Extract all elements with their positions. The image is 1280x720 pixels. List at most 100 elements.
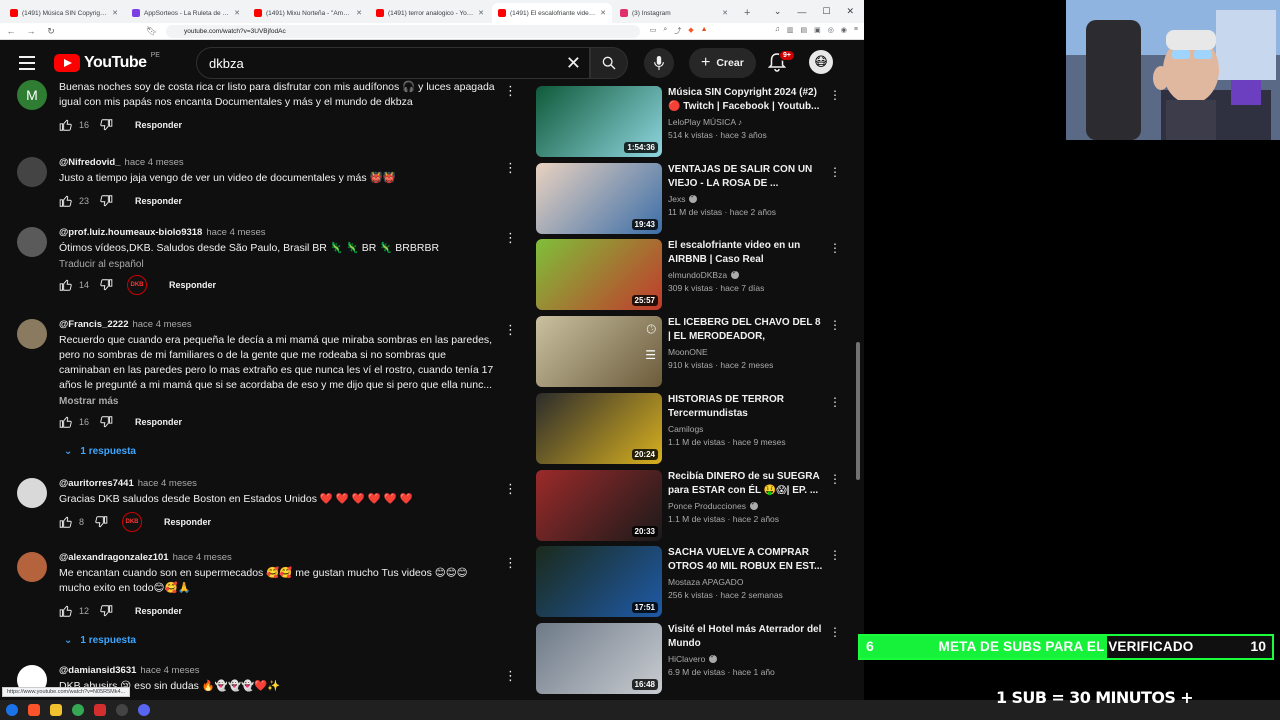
video-thumbnail[interactable]: 🕓︎ ☰ — [536, 316, 662, 388]
recommended-video[interactable]: 🕓︎ ☰ EL ICEBERG DEL CHAVO DEL 8 | EL MEROD… — [536, 316, 841, 388]
video-title[interactable]: SACHA VUELVE A COMPRAR OTROS 40 MIL ROBU… — [668, 546, 826, 574]
page-scrollbar[interactable] — [856, 342, 860, 480]
like-icon[interactable] — [59, 415, 73, 429]
recommended-video[interactable]: 19:43 VENTAJAS DE SALIR CON UN VIEJO - LA… — [536, 162, 841, 235]
profile-icon[interactable]: ◉ — [841, 26, 847, 36]
search-button[interactable] — [590, 47, 628, 79]
comment-time[interactable]: hace 4 meses — [140, 665, 199, 676]
browser-tab[interactable]: (1491) Mixu Norteña - "Amor" Al Co ✕ — [248, 3, 368, 23]
close-icon[interactable]: ✕ — [722, 9, 728, 17]
url-field[interactable]: youtube.com/watch?v=3UVBjfodAc — [166, 24, 640, 38]
comment-author[interactable]: @auritorres7441 — [59, 478, 134, 489]
reply-button[interactable]: Responder — [135, 196, 182, 206]
forward-icon[interactable]: → — [26, 26, 36, 36]
video-channel[interactable]: HiClavero — [668, 653, 826, 664]
comment-menu-icon[interactable]: ⋮ — [504, 482, 517, 495]
clear-search-icon[interactable]: ✕ — [566, 54, 581, 72]
like-icon[interactable] — [59, 278, 73, 292]
reply-button[interactable]: Responder — [135, 417, 182, 427]
recommended-video[interactable]: 17:51 SACHA VUELVE A COMPRAR OTROS 40 MIL… — [536, 546, 841, 618]
video-menu-icon[interactable]: ⋮ — [829, 88, 841, 102]
app-icon[interactable] — [94, 704, 106, 716]
commenter-avatar[interactable] — [17, 319, 47, 349]
recommended-video[interactable]: 20:33 Recibía DINERO de su SUEGRA para ES… — [536, 469, 841, 542]
video-thumbnail[interactable]: 20:24 — [536, 392, 662, 464]
close-icon[interactable]: ✕ — [478, 9, 484, 17]
comment-menu-icon[interactable]: ⋮ — [504, 231, 517, 244]
video-title[interactable]: VENTAJAS DE SALIR CON UN VIEJO - LA ROSA… — [668, 163, 826, 191]
comment-author[interactable]: @Nifredovid_ — [59, 157, 121, 168]
split-view-icon[interactable]: ▥ — [787, 26, 794, 36]
dislike-icon[interactable] — [99, 415, 113, 429]
reload-icon[interactable]: ↻ — [46, 26, 56, 37]
browser-tab[interactable]: (1491) Música SIN Copyright 2024 🔥 ✕ — [4, 3, 124, 23]
comment-menu-icon[interactable]: ⋮ — [504, 84, 517, 97]
commenter-avatar[interactable] — [17, 157, 47, 187]
comment-time[interactable]: hace 4 meses — [132, 319, 191, 330]
comment-menu-icon[interactable]: ⋮ — [504, 161, 517, 174]
video-menu-icon[interactable]: ⋮ — [829, 625, 841, 639]
watch-later-icon[interactable]: 🕓︎ — [647, 322, 657, 337]
video-menu-icon[interactable]: ⋮ — [829, 472, 841, 486]
reply-button[interactable]: Responder — [135, 120, 182, 130]
comment-time[interactable]: hace 4 meses — [138, 478, 197, 489]
video-title[interactable]: HISTORIAS DE TERROR Tercermundistas — [668, 393, 826, 421]
video-menu-icon[interactable]: ⋮ — [829, 165, 841, 179]
browser-tab[interactable]: (3) Instagram ✕ — [614, 3, 734, 23]
windows-start-icon[interactable] — [6, 704, 18, 716]
discord-icon[interactable] — [138, 704, 150, 716]
comment-menu-icon[interactable]: ⋮ — [504, 556, 517, 569]
video-channel[interactable]: Ponce Producciones — [668, 500, 826, 511]
vpn-icon[interactable]: ◎ — [828, 26, 834, 36]
video-channel[interactable]: Mostaza APAGADO — [668, 577, 826, 587]
file-explorer-icon[interactable] — [50, 704, 62, 716]
obs-icon[interactable] — [116, 704, 128, 716]
view-replies-button[interactable]: ⌄ 1 respuesta — [64, 446, 136, 457]
maximize-icon[interactable]: ☐ — [822, 6, 830, 17]
translate-link[interactable]: Traducir al español — [59, 259, 495, 270]
comment-time[interactable]: hace 4 meses — [206, 227, 265, 238]
video-menu-icon[interactable]: ⋮ — [829, 241, 841, 255]
video-title[interactable]: Visité el Hotel más Aterrador del Mundo — [668, 623, 826, 651]
dislike-icon[interactable] — [94, 515, 108, 529]
reply-button[interactable]: Responder — [169, 280, 216, 290]
create-button[interactable]: + Crear — [689, 48, 756, 78]
comment-menu-icon[interactable]: ⋮ — [504, 323, 517, 336]
video-channel[interactable]: Jexs — [668, 193, 826, 204]
video-thumbnail[interactable]: 19:43 — [536, 162, 662, 234]
recommended-video[interactable]: 1:54:36 Música SIN Copyright 2024 (#2) 🔴 … — [536, 86, 841, 158]
menu-icon[interactable]: ≡ — [854, 26, 858, 36]
commenter-avatar[interactable]: M — [17, 80, 47, 110]
dislike-icon[interactable] — [99, 604, 113, 618]
zoom-icon[interactable]: ⌕ — [663, 26, 667, 36]
dislike-icon[interactable] — [99, 194, 113, 208]
video-title[interactable]: EL ICEBERG DEL CHAVO DEL 8 | EL MERODEAD… — [668, 316, 826, 344]
video-channel[interactable]: elmundoDKBza — [668, 269, 826, 280]
share-icon[interactable]: ⤴ — [674, 26, 681, 36]
video-thumbnail[interactable]: 20:33 — [536, 469, 662, 541]
video-thumbnail[interactable]: 17:51 — [536, 546, 662, 618]
dislike-icon[interactable] — [99, 118, 113, 132]
minimize-icon[interactable]: — — [797, 7, 806, 17]
like-icon[interactable] — [59, 515, 73, 529]
video-thumbnail[interactable]: 16:48 — [536, 622, 662, 694]
dislike-icon[interactable] — [99, 278, 113, 292]
hamburger-menu-icon[interactable] — [19, 56, 35, 70]
close-icon[interactable]: ✕ — [112, 9, 118, 17]
video-channel[interactable]: MoonONE — [668, 347, 826, 357]
video-channel[interactable]: LeloPlay MÚSICA ♪ — [668, 117, 826, 127]
comment-time[interactable]: hace 4 meses — [125, 157, 184, 168]
video-menu-icon[interactable]: ⋮ — [829, 395, 841, 409]
voice-search-button[interactable] — [644, 48, 674, 78]
browser-tab[interactable]: (1491) terror analogico - YouTube✕ — [370, 3, 490, 23]
brave-taskbar-icon[interactable] — [28, 704, 40, 716]
browser-tab[interactable]: AppSorteos - La Ruleta de la Suerte ✕ — [126, 3, 246, 23]
video-channel[interactable]: Camilogs — [668, 424, 826, 434]
reply-button[interactable]: Responder — [135, 606, 182, 616]
show-more-link[interactable]: Mostrar más — [59, 396, 495, 407]
recommended-video[interactable]: 20:24 HISTORIAS DE TERROR Tercermundistas… — [536, 392, 841, 465]
music-icon[interactable]: ♫ — [775, 26, 780, 36]
back-icon[interactable]: ← — [6, 26, 16, 36]
video-thumbnail[interactable]: 1:54:36 — [536, 86, 662, 157]
search-input[interactable]: dkbza ✕ — [196, 47, 590, 79]
